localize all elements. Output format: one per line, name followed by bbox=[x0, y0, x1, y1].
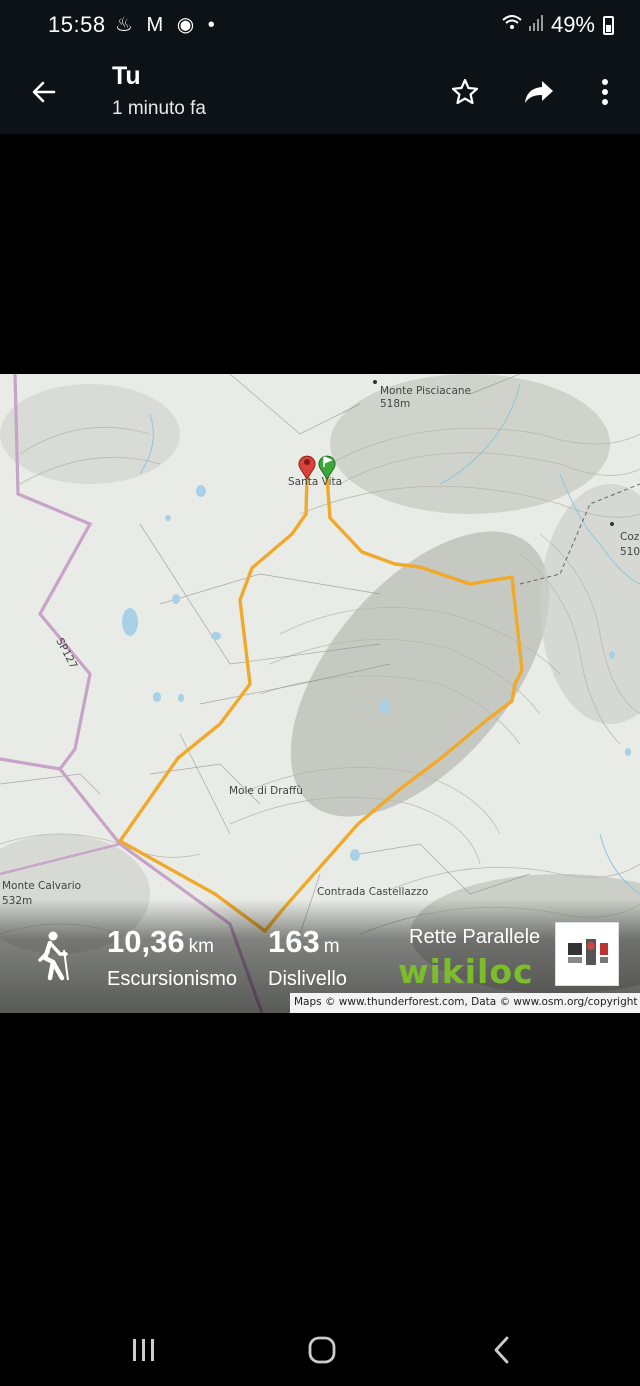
page-subtitle: 1 minuto fa bbox=[112, 98, 206, 119]
share-icon bbox=[525, 81, 553, 103]
favorite-button[interactable] bbox=[443, 70, 487, 114]
back-icon bbox=[494, 1336, 509, 1364]
elevation-unit: m bbox=[323, 936, 340, 957]
share-button[interactable] bbox=[517, 70, 561, 114]
star-icon bbox=[451, 78, 479, 105]
recent-apps-button[interactable] bbox=[114, 1328, 174, 1372]
elevation-value: 163 bbox=[268, 924, 320, 959]
avatar-image-icon bbox=[568, 939, 608, 965]
map-label-monte-pisciacane: Monte Pisciacane bbox=[380, 385, 471, 397]
map-label-mole-di-draffu: Mole di Draffù bbox=[229, 785, 303, 797]
map-label-monte-pisciacane-alt: 518m bbox=[380, 398, 411, 410]
battery-percent: 49% bbox=[550, 12, 595, 37]
wifi-signal-icon bbox=[501, 13, 545, 37]
activity-label: Escursionismo bbox=[107, 968, 238, 990]
distance-unit: km bbox=[188, 936, 214, 957]
status-right: 49% bbox=[501, 12, 614, 38]
hiking-icon bbox=[38, 931, 69, 981]
status-time: 15:58 bbox=[48, 12, 106, 37]
back-arrow-icon bbox=[32, 81, 56, 103]
home-button[interactable] bbox=[292, 1328, 352, 1372]
map-attribution: Maps © www.thunderforest.com, Data © www… bbox=[290, 993, 640, 1013]
home-icon bbox=[308, 1336, 336, 1364]
map-label-coz-alt: 510 bbox=[620, 546, 640, 558]
nav-back-button[interactable] bbox=[472, 1328, 532, 1372]
more-vert-icon bbox=[602, 79, 608, 105]
back-button[interactable] bbox=[22, 70, 66, 114]
elevation-label: Dislivello bbox=[268, 968, 347, 990]
wikiloc-logo: wikiloc bbox=[398, 952, 534, 991]
distance-value: 10,36 bbox=[107, 924, 185, 959]
status-bar: 15:58 ♨ M ◉ • 49% bbox=[0, 0, 640, 52]
battery-icon bbox=[603, 15, 614, 35]
system-nav-bar bbox=[0, 1306, 640, 1386]
page-title: Tu bbox=[112, 62, 141, 90]
route-map-image[interactable]: Monte Pisciacane 518m Santa Vita Coz 510… bbox=[0, 374, 640, 1013]
distance-stat: 10,36 km bbox=[107, 924, 214, 960]
more-options-button[interactable] bbox=[583, 70, 627, 114]
notification-icons: ♨ M ◉ • bbox=[115, 14, 219, 36]
elevation-stat: 163 m bbox=[268, 924, 340, 960]
app-bar: Tu 1 minuto fa bbox=[0, 52, 640, 134]
map-label-contrada-castellazzo: Contrada Castellazzo bbox=[317, 886, 429, 898]
map-label-santa-vita: Santa Vita bbox=[288, 476, 343, 488]
author-name: Rette Parallele bbox=[409, 926, 541, 948]
recent-apps-icon bbox=[133, 1339, 154, 1361]
media-background bbox=[0, 134, 640, 374]
map-label-coz: Coz bbox=[620, 531, 640, 543]
map-label-monte-calvario: Monte Calvario bbox=[2, 880, 82, 892]
author-avatar bbox=[555, 922, 619, 986]
